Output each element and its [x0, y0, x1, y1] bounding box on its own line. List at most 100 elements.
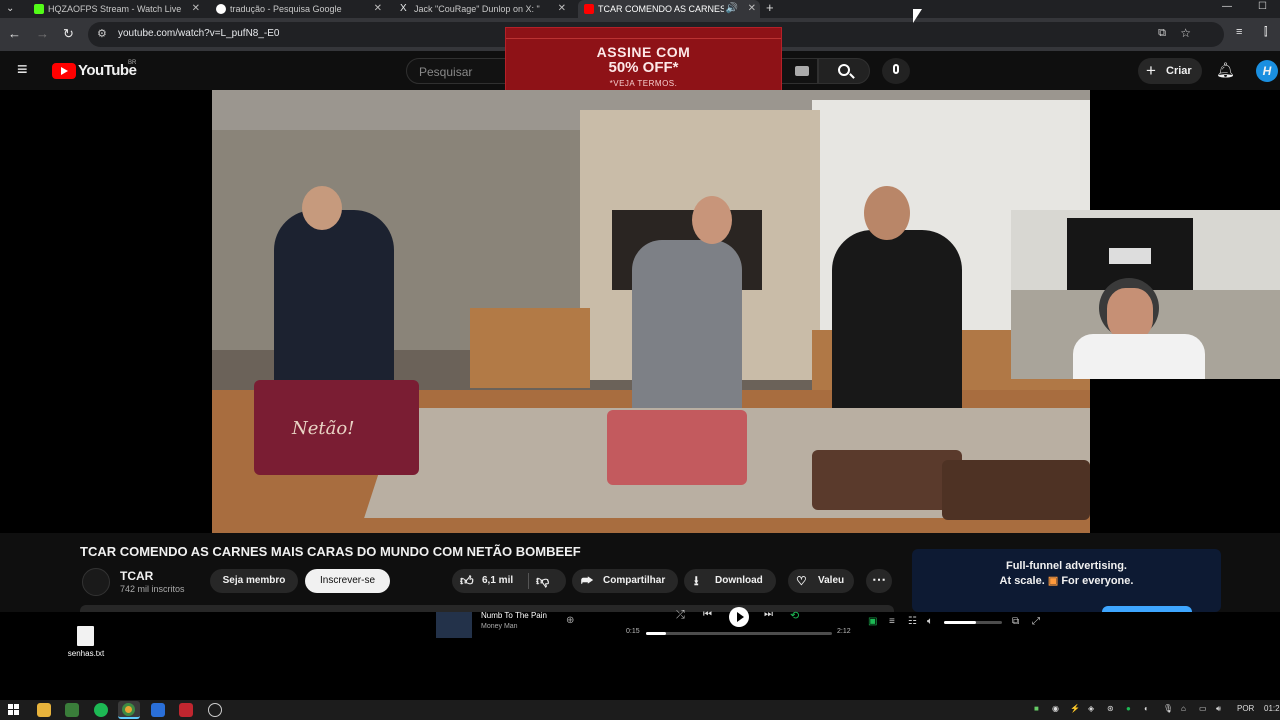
- ad-headline-2: 50% OFF*: [608, 59, 679, 76]
- join-member-button[interactable]: Seja membro: [210, 569, 298, 593]
- album-art[interactable]: [436, 612, 472, 638]
- track-name[interactable]: Numb To The Pain: [481, 611, 547, 620]
- create-label: Criar: [1166, 65, 1192, 77]
- maximize-icon[interactable]: ☐: [1258, 0, 1267, 14]
- microphone-icon: [893, 64, 899, 74]
- tray-spotify-icon[interactable]: ●: [1126, 704, 1131, 713]
- thumbs-down-icon[interactable]: 👎︎: [536, 569, 549, 593]
- notifications-bell-icon[interactable]: 🔔︎: [1216, 61, 1235, 79]
- channel-avatar[interactable]: [82, 568, 110, 596]
- close-icon[interactable]: ✕: [558, 0, 566, 18]
- spotify-taskbar-icon[interactable]: [94, 703, 108, 717]
- volume-icon[interactable]: 🔈︎: [927, 616, 933, 627]
- sidebar-icon[interactable]: ⫿: [1264, 26, 1268, 39]
- bookmark-star-icon[interactable]: ☆: [1180, 26, 1191, 40]
- close-icon[interactable]: ✕: [374, 0, 382, 18]
- chrome-taskbar-button[interactable]: [118, 701, 140, 719]
- tray-app-icon-3[interactable]: ⊛: [1107, 704, 1114, 713]
- text-file-icon[interactable]: [77, 626, 94, 646]
- input-language[interactable]: POR: [1237, 704, 1254, 713]
- ad-banner[interactable]: ASSINE COM 50% OFF* *VEJA TERMOS.: [505, 27, 782, 94]
- minimize-icon[interactable]: —: [1222, 0, 1232, 14]
- ad-headline-1: ASSINE COM: [596, 44, 691, 60]
- tray-discord-icon[interactable]: ◉: [1052, 704, 1059, 713]
- close-icon[interactable]: ✕: [192, 0, 200, 18]
- side-ad-card[interactable]: Full-funnel advertising. At scale. ▣ For…: [912, 549, 1221, 612]
- thumbs-up-icon[interactable]: 👍︎: [460, 569, 474, 593]
- plus-icon: +: [1146, 61, 1156, 80]
- video-wine-bag: Netão!: [254, 380, 419, 475]
- x-logo-icon: X: [400, 3, 407, 14]
- search-button[interactable]: [818, 58, 870, 84]
- youtube-logo-icon[interactable]: [52, 63, 76, 79]
- volume-slider[interactable]: [944, 621, 1002, 624]
- download-button[interactable]: ⭳ Download: [684, 569, 776, 593]
- tray-network-icon[interactable]: ⌂: [1181, 704, 1186, 713]
- mini-player-icon[interactable]: ⧉: [1012, 616, 1019, 627]
- google-icon: [216, 4, 226, 14]
- reading-list-icon[interactable]: ≡: [1236, 26, 1242, 38]
- thanks-button[interactable]: ♡ Valeu: [788, 569, 854, 593]
- keyboard-icon[interactable]: [795, 66, 809, 76]
- reload-icon[interactable]: ↻: [63, 26, 74, 42]
- tray-battery-icon[interactable]: ▭: [1199, 704, 1207, 713]
- windows-start-icon[interactable]: [7, 703, 21, 717]
- play-pause-button[interactable]: [729, 607, 749, 627]
- lyrics-icon[interactable]: ≡: [889, 616, 895, 627]
- hamburger-menu-icon[interactable]: ≡: [17, 60, 28, 78]
- ad-subtext: *VEJA TERMOS.: [609, 79, 678, 88]
- tab-youtube-active[interactable]: TCAR COMENDO AS CARNES 🔊 ✕: [578, 0, 760, 18]
- fullscreen-icon[interactable]: ⤢: [1032, 616, 1040, 627]
- subscribe-button[interactable]: Inscrever-se: [305, 569, 390, 593]
- play-triangle-icon: [61, 67, 68, 75]
- cast-icon[interactable]: ⧉: [1158, 27, 1166, 40]
- tray-volume-icon[interactable]: 🔊︎: [1216, 704, 1221, 714]
- new-tab-button[interactable]: +: [766, 1, 774, 15]
- video-player[interactable]: Netão!: [212, 90, 1090, 533]
- tab-google-search[interactable]: tradução - Pesquisa Google ✕: [210, 0, 386, 18]
- progress-bar[interactable]: [646, 632, 832, 635]
- tray-app-icon-2[interactable]: ◈: [1088, 704, 1094, 713]
- site-info-icon[interactable]: ⚙: [97, 27, 107, 40]
- voice-search-button[interactable]: [882, 58, 910, 84]
- forward-arrow-icon[interactable]: →: [36, 26, 49, 41]
- file-explorer-icon[interactable]: [37, 703, 51, 717]
- shuffle-icon[interactable]: ⤮: [676, 609, 685, 622]
- progress-fill: [646, 632, 667, 635]
- tab-search-chevron-icon[interactable]: ⌄: [6, 2, 14, 16]
- tab-x-post[interactable]: X Jack "CouRage" Dunlop on X: " ✕: [394, 0, 570, 18]
- video-person-center-head: [692, 196, 732, 244]
- pinned-app-icon[interactable]: [65, 703, 79, 717]
- create-button[interactable]: + Criar: [1138, 58, 1202, 84]
- now-playing-view-icon[interactable]: ▣: [868, 616, 877, 627]
- repeat-icon[interactable]: ⟲: [790, 609, 799, 622]
- close-icon[interactable]: ✕: [748, 0, 756, 18]
- tab-hqzaofps[interactable]: HQZAOFPS Stream - Watch Live ✕: [28, 0, 204, 18]
- tray-nvidia-icon[interactable]: ■: [1034, 704, 1039, 713]
- super-thanks-icon: ♡: [796, 574, 807, 588]
- previous-track-icon[interactable]: ⏮: [703, 609, 712, 620]
- add-to-library-icon[interactable]: ⊕: [566, 615, 574, 626]
- search-placeholder: Pesquisar: [419, 65, 473, 79]
- channel-name[interactable]: TCAR: [120, 569, 153, 583]
- like-count[interactable]: 6,1 mil: [482, 569, 513, 593]
- video-left-cabinet: [470, 308, 590, 388]
- queue-icon[interactable]: ☷: [908, 616, 917, 627]
- pinned-app-icon-3[interactable]: [179, 703, 193, 717]
- system-clock[interactable]: 01:2: [1264, 704, 1280, 713]
- speaker-icon[interactable]: 🔊: [726, 0, 738, 18]
- back-arrow-icon[interactable]: ←: [8, 26, 21, 41]
- account-avatar[interactable]: H: [1256, 60, 1278, 82]
- next-track-icon[interactable]: ⏭: [764, 609, 773, 620]
- share-button[interactable]: ⮫ Compartilhar: [572, 569, 678, 593]
- pinned-app-icon-2[interactable]: [151, 703, 165, 717]
- desktop-file-label[interactable]: senhas.txt: [58, 649, 114, 658]
- tray-app-icon[interactable]: ⚡: [1070, 704, 1080, 713]
- tray-mic-icon[interactable]: 🎙︎: [1163, 704, 1173, 713]
- artist-name[interactable]: Money Man: [481, 623, 518, 630]
- tray-app-icon-4[interactable]: ◐: [1144, 704, 1149, 713]
- more-actions-icon[interactable]: ⋯: [866, 569, 892, 593]
- settings-taskbar-icon[interactable]: [208, 703, 222, 717]
- side-ad-line3: For everyone.: [1061, 575, 1134, 587]
- region-badge: BR: [128, 60, 137, 66]
